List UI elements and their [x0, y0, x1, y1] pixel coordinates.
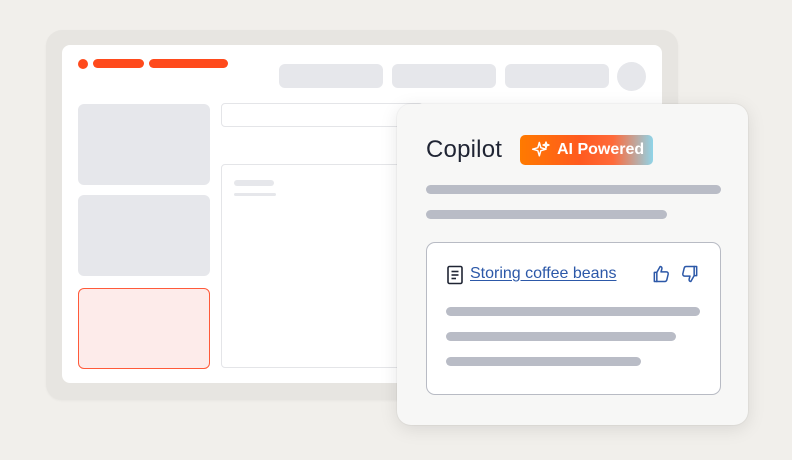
sidebar-card[interactable]: [78, 195, 210, 276]
logo-bar: [149, 59, 228, 68]
placeholder-line: [234, 193, 276, 196]
copilot-title: Copilot: [426, 136, 503, 163]
thumbs-down-icon[interactable]: [680, 264, 700, 284]
placeholder-line: [446, 357, 641, 366]
document-icon: [447, 265, 463, 285]
placeholder-line: [426, 185, 721, 194]
sparkle-icon: [531, 141, 550, 157]
nav-tab[interactable]: [392, 64, 496, 88]
thumbs-up-icon[interactable]: [651, 264, 671, 284]
nav-tab[interactable]: [505, 64, 609, 88]
result-card: Storing coffee beans: [426, 242, 721, 395]
placeholder-line: [446, 307, 700, 316]
ai-powered-badge: AI Powered: [520, 135, 653, 165]
content-panel: [221, 164, 423, 368]
brand-dot: [78, 59, 88, 69]
placeholder-line: [426, 210, 667, 219]
result-link[interactable]: Storing coffee beans: [470, 265, 616, 283]
placeholder-line: [234, 180, 274, 186]
search-input[interactable]: [221, 103, 423, 127]
sidebar-card[interactable]: [78, 104, 210, 185]
avatar[interactable]: [617, 62, 646, 91]
nav-tab[interactable]: [279, 64, 383, 88]
sidebar-card-selected[interactable]: [78, 288, 210, 369]
copilot-panel: Copilot AI Powered Storing coffee beans: [397, 104, 748, 425]
placeholder-line: [446, 332, 676, 341]
ai-badge-label: AI Powered: [557, 141, 645, 158]
logo-bar: [93, 59, 144, 68]
